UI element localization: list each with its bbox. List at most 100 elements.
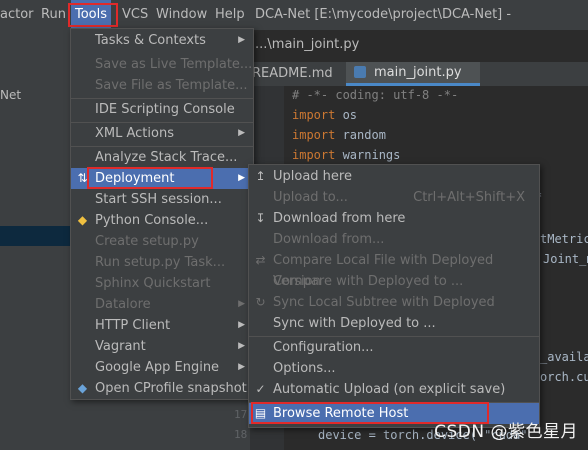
menu-item-label: Upload here xyxy=(273,169,352,184)
code-token: warnings xyxy=(335,148,401,162)
tab-readme[interactable]: README.md xyxy=(252,62,333,86)
menu-item-label: Create setup.py xyxy=(95,234,199,249)
menu-item-compare-local-file-with-deployed-version: ⇄ Compare Local File with Deployed Versio… xyxy=(249,250,539,289)
menu-item-upload-here[interactable]: ↥ Upload here xyxy=(249,166,539,187)
menu-item-label: HTTP Client xyxy=(95,318,171,333)
menu-item-label: Download from here xyxy=(273,211,406,226)
project-root-label: Net xyxy=(0,88,22,102)
menu-item-label: Save as Live Template... xyxy=(95,57,253,72)
menu-item-deployment[interactable]: ⇅ Deployment ▶ xyxy=(71,168,253,189)
line-number: 17 xyxy=(234,408,248,421)
menu-help[interactable]: Help xyxy=(215,0,245,30)
menu-item-label: Sync with Deployed to ... xyxy=(273,316,436,331)
cprofile-icon: ◆ xyxy=(77,381,88,395)
menu-item-label: Options... xyxy=(273,361,336,376)
menu-item-compare-with-deployed-to: Compare with Deployed to ... xyxy=(249,271,539,292)
chevron-right-icon: ▶ xyxy=(238,362,245,372)
compare-icon: ⇄ xyxy=(255,253,266,267)
menu-item-google-app-engine[interactable]: Google App Engine ▶ xyxy=(71,357,253,378)
window-title: DCA-Net [E:\mycode\project\DCA-Net] - ..… xyxy=(255,7,512,52)
menu-item-options[interactable]: Options... xyxy=(249,358,539,379)
code-fragment: _availab xyxy=(540,350,588,364)
menu-item-python-console[interactable]: ◆ Python Console... xyxy=(71,210,253,231)
menu-item-sync-local-subtree-with-deployed: ↻ Sync Local Subtree with Deployed xyxy=(249,292,539,313)
menu-item-vagrant[interactable]: Vagrant ▶ xyxy=(71,336,253,357)
code-line: import random xyxy=(292,128,386,142)
menu-item-configuration[interactable]: Configuration... xyxy=(249,337,539,358)
menu-run[interactable]: Run xyxy=(41,0,66,30)
menu-item-label: Download from... xyxy=(273,232,385,247)
shortcut-label: Ctrl+Alt+Shift+X xyxy=(413,190,525,205)
line-number: 18 xyxy=(234,428,248,441)
menu-item-open-cprofile-snapshot[interactable]: ◆ Open CProfile snapshot xyxy=(71,378,253,399)
code-token: import xyxy=(292,148,336,162)
server-icon: ▤ xyxy=(254,406,267,420)
code-line: # -*- coding: utf-8 -*- xyxy=(292,88,458,102)
code-token: os xyxy=(335,108,358,122)
menu-item-label: Start SSH session... xyxy=(95,192,222,207)
deployment-icon: ⇅ xyxy=(77,171,88,185)
menu-tools[interactable]: Tools xyxy=(71,0,112,30)
python-file-icon xyxy=(354,66,366,78)
chevron-right-icon: ▶ xyxy=(238,299,245,309)
download-icon: ↧ xyxy=(255,211,266,225)
menu-item-automatic-upload-on-explicit-save[interactable]: ✓ Automatic Upload (on explicit save) xyxy=(249,379,539,400)
check-icon: ✓ xyxy=(255,382,266,396)
code-token: # -*- coding: utf-8 -*- xyxy=(292,88,459,102)
chevron-right-icon: ▶ xyxy=(238,173,245,183)
menu-item-save-as-live-template: Save as Live Template... xyxy=(71,54,253,75)
menu-item-label: Upload to... xyxy=(273,190,348,205)
chevron-right-icon: ▶ xyxy=(238,341,245,351)
menu-window[interactable]: Window xyxy=(156,0,207,30)
menu-bar: actor Run Tools VCS Window Help DCA-Net … xyxy=(0,0,588,52)
menu-item-label: Sphinx Quickstart xyxy=(95,276,211,291)
chevron-right-icon: ▶ xyxy=(238,128,245,138)
sync-icon: ↻ xyxy=(255,295,266,309)
menu-item-label: Python Console... xyxy=(95,213,209,228)
menu-vcs[interactable]: VCS xyxy=(122,0,148,30)
selected-tree-row[interactable] xyxy=(0,226,70,246)
code-fragment: Joint_m xyxy=(543,252,588,266)
menu-item-label: Analyze Stack Trace... xyxy=(95,150,238,165)
menu-item-sphinx-quickstart: Sphinx Quickstart xyxy=(71,273,253,294)
menu-item-ide-scripting-console[interactable]: IDE Scripting Console xyxy=(71,99,253,120)
tab-main-joint-label: main_joint.py xyxy=(374,65,462,80)
menu-item-label: Configuration... xyxy=(273,340,374,355)
menu-item-label: XML Actions xyxy=(95,126,174,141)
code-line: import os xyxy=(292,108,357,122)
menu-item-label: Compare with Deployed to ... xyxy=(273,274,464,289)
menu-view-truncated[interactable]: actor xyxy=(0,0,34,30)
menu-item-label: Browse Remote Host xyxy=(273,406,409,421)
code-token: import xyxy=(292,108,336,122)
menu-item-label: Google App Engine xyxy=(95,360,220,375)
deployment-submenu: ↥ Upload here Upload to... Ctrl+Alt+Shift+X… xyxy=(248,164,540,428)
menu-item-label: IDE Scripting Console xyxy=(95,102,235,117)
menu-item-analyze-stack-trace[interactable]: Analyze Stack Trace... xyxy=(71,147,253,168)
menu-item-label: Deployment xyxy=(95,171,175,186)
chevron-right-icon: ▶ xyxy=(238,35,245,45)
menu-item-http-client[interactable]: HTTP Client ▶ xyxy=(71,315,253,336)
python-icon: ◆ xyxy=(77,213,88,227)
menu-item-start-ssh-session[interactable]: Start SSH session... xyxy=(71,189,253,210)
menu-item-label: Datalore xyxy=(95,297,151,312)
menu-item-sync-with-deployed-to[interactable]: Sync with Deployed to ... xyxy=(249,313,539,334)
code-token: import xyxy=(292,128,336,142)
menu-item-upload-to: Upload to... Ctrl+Alt+Shift+X xyxy=(249,187,539,208)
menu-item-xml-actions[interactable]: XML Actions ▶ xyxy=(71,123,253,144)
watermark: CSDN @紫色星月 xyxy=(434,422,578,442)
menu-item-label: Tasks & Contexts xyxy=(95,33,206,48)
menu-item-datalore: Datalore ▶ xyxy=(71,294,253,315)
menu-item-save-file-as-template: Save File as Template... xyxy=(71,75,253,96)
code-token: random xyxy=(335,128,386,142)
menu-item-download-from-here[interactable]: ↧ Download from here xyxy=(249,208,539,229)
menu-item-label: Run setup.py Task... xyxy=(95,255,226,270)
menu-item-create-setup-py: Create setup.py xyxy=(71,231,253,252)
code-line: import warnings xyxy=(292,148,400,162)
menu-item-label: Sync Local Subtree with Deployed xyxy=(273,295,495,310)
menu-item-tasks-contexts[interactable]: Tasks & Contexts ▶ xyxy=(71,30,253,51)
menu-item-download-from: Download from... xyxy=(249,229,539,250)
tab-main-joint[interactable]: main_joint.py xyxy=(346,62,480,86)
code-fragment: tMetrics xyxy=(540,232,588,246)
menu-item-label: Vagrant xyxy=(95,339,146,354)
menu-item-label: Automatic Upload (on explicit save) xyxy=(273,382,506,397)
